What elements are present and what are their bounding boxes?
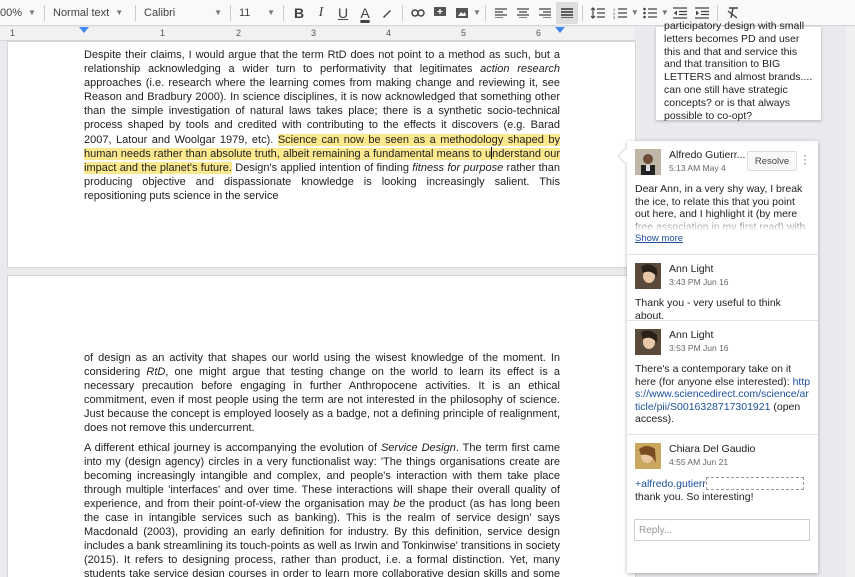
italic-button[interactable]: I xyxy=(310,2,332,24)
comment-time: 3:43 PM Jun 16 xyxy=(669,277,729,287)
document-body[interactable]: Despite their claims, I would argue that… xyxy=(84,48,560,208)
avatar xyxy=(635,263,661,289)
text-run-italic: action research xyxy=(480,63,560,76)
scrollbar[interactable] xyxy=(846,27,855,577)
comment-item[interactable]: Alfredo Gutierr... 5:13 AM May 4 Resolve… xyxy=(627,141,818,255)
font-size-value: 11 xyxy=(239,6,251,19)
show-more-link[interactable]: Show more xyxy=(635,233,683,244)
comment-text: Thank you - very useful to think about. xyxy=(635,297,781,322)
ruler-tick: 4 xyxy=(386,28,392,38)
divider xyxy=(135,4,136,21)
comment-item[interactable]: Ann Light 3:53 PM Jun 16 There's a conte… xyxy=(627,321,818,435)
highlight-pen-icon[interactable] xyxy=(376,2,398,24)
avatar xyxy=(635,329,661,355)
ruler-tick: 6 xyxy=(536,28,542,38)
paragraph[interactable]: of design as an activity that shapes our… xyxy=(84,351,560,436)
divider xyxy=(230,4,231,21)
underline-button[interactable]: U xyxy=(332,2,354,24)
font-size-select[interactable]: 11 ▼ xyxy=(235,2,279,24)
divider xyxy=(402,4,403,21)
font-select[interactable]: Calibri ▼ xyxy=(140,2,226,24)
chevron-down-icon[interactable]: ▼ xyxy=(661,8,669,17)
ruler-tick: 2 xyxy=(236,28,242,38)
align-left-icon[interactable] xyxy=(490,2,512,24)
chevron-down-icon: ▼ xyxy=(214,8,222,17)
comment-time: 3:53 PM Jun 16 xyxy=(669,343,729,353)
avatar xyxy=(635,443,661,469)
zoom-select[interactable]: 00% ▼ xyxy=(0,2,40,24)
comment-thread[interactable]: Alfredo Gutierr... 5:13 AM May 4 Resolve… xyxy=(627,141,818,573)
insert-comment-icon[interactable] xyxy=(429,2,451,24)
svg-text:3: 3 xyxy=(613,15,616,19)
comment-time: 5:13 AM May 4 xyxy=(669,163,726,173)
divider xyxy=(44,4,45,21)
ruler-tick: 5 xyxy=(461,28,467,38)
paragraph[interactable]: Despite their claims, I would argue that… xyxy=(84,48,560,203)
document-page[interactable]: Despite their claims, I would argue that… xyxy=(8,42,635,267)
font-value: Calibri xyxy=(144,6,176,19)
comment-text: There's a contemporary take on it here (… xyxy=(635,363,811,426)
ruler[interactable]: 1 1 2 3 4 5 6 xyxy=(0,27,635,41)
bulleted-list-icon[interactable] xyxy=(639,2,661,24)
comment-item[interactable]: Chiara Del Gaudio 4:55 AM Jun 21 +alfred… xyxy=(627,435,818,511)
chevron-down-icon: ▼ xyxy=(115,8,124,17)
align-center-icon[interactable] xyxy=(512,2,534,24)
paragraph[interactable]: A different ethical journey is accompany… xyxy=(84,441,560,577)
divider xyxy=(716,4,718,21)
comments-sidebar: participatory design with small letters … xyxy=(627,20,855,577)
ruler-tick: 1 xyxy=(10,28,16,38)
text-run: Design's applied intention of finding xyxy=(231,161,413,174)
text-color-button[interactable]: A xyxy=(354,2,376,24)
comment-time: 4:55 AM Jun 21 xyxy=(669,457,729,467)
chevron-down-icon[interactable]: ▼ xyxy=(473,8,481,17)
ruler-tick: 3 xyxy=(311,28,317,38)
mention-chip[interactable]: +alfredo.gutierr xyxy=(635,478,706,490)
text-fade xyxy=(635,217,811,231)
divider xyxy=(581,4,583,21)
document-body[interactable]: of design as an activity that shapes our… xyxy=(84,351,560,577)
reply-input[interactable]: Reply... xyxy=(634,519,810,541)
chevron-down-icon: ▼ xyxy=(28,8,36,17)
previous-comment-card[interactable]: participatory design with small letters … xyxy=(656,20,821,122)
divider xyxy=(283,4,284,21)
chevron-down-icon[interactable]: ▼ xyxy=(631,8,639,17)
chevron-down-icon: ▼ xyxy=(267,8,275,17)
text-run-italic: fitness for purpose xyxy=(412,161,504,174)
link-icon[interactable] xyxy=(407,2,429,24)
zoom-value: 00% xyxy=(0,6,23,19)
divider xyxy=(484,4,486,21)
resolve-button[interactable]: Resolve xyxy=(747,151,797,171)
comment-author: Ann Light xyxy=(669,329,714,341)
numbered-list-icon[interactable]: 123 xyxy=(609,2,631,24)
right-indent-marker[interactable] xyxy=(555,27,565,33)
style-value: Normal text xyxy=(53,6,110,19)
justify-icon[interactable] xyxy=(555,1,578,24)
left-indent-marker[interactable] xyxy=(79,27,89,33)
comment-author: Ann Light xyxy=(669,263,714,275)
line-spacing-icon[interactable] xyxy=(587,2,609,24)
style-select[interactable]: Normal text ▼ xyxy=(49,2,131,24)
comment-text: +alfredo.gutierr thank you. So interesti… xyxy=(635,477,811,503)
bold-button[interactable]: B xyxy=(288,2,310,24)
comment-text: participatory design with small letters … xyxy=(664,20,813,122)
comment-author: Alfredo Gutierr... xyxy=(669,149,746,161)
align-right-icon[interactable] xyxy=(534,2,556,24)
comment-author: Chiara Del Gaudio xyxy=(669,443,756,455)
avatar xyxy=(635,149,661,175)
document-page[interactable]: of design as an activity that shapes our… xyxy=(8,276,635,577)
comment-item[interactable]: Ann Light 3:43 PM Jun 16 Thank you - ver… xyxy=(627,255,818,322)
mention-input-box[interactable] xyxy=(705,477,804,490)
more-options-icon[interactable]: · · · xyxy=(802,149,808,169)
insert-image-icon[interactable] xyxy=(451,2,473,24)
ruler-tick: 1 xyxy=(160,28,166,38)
